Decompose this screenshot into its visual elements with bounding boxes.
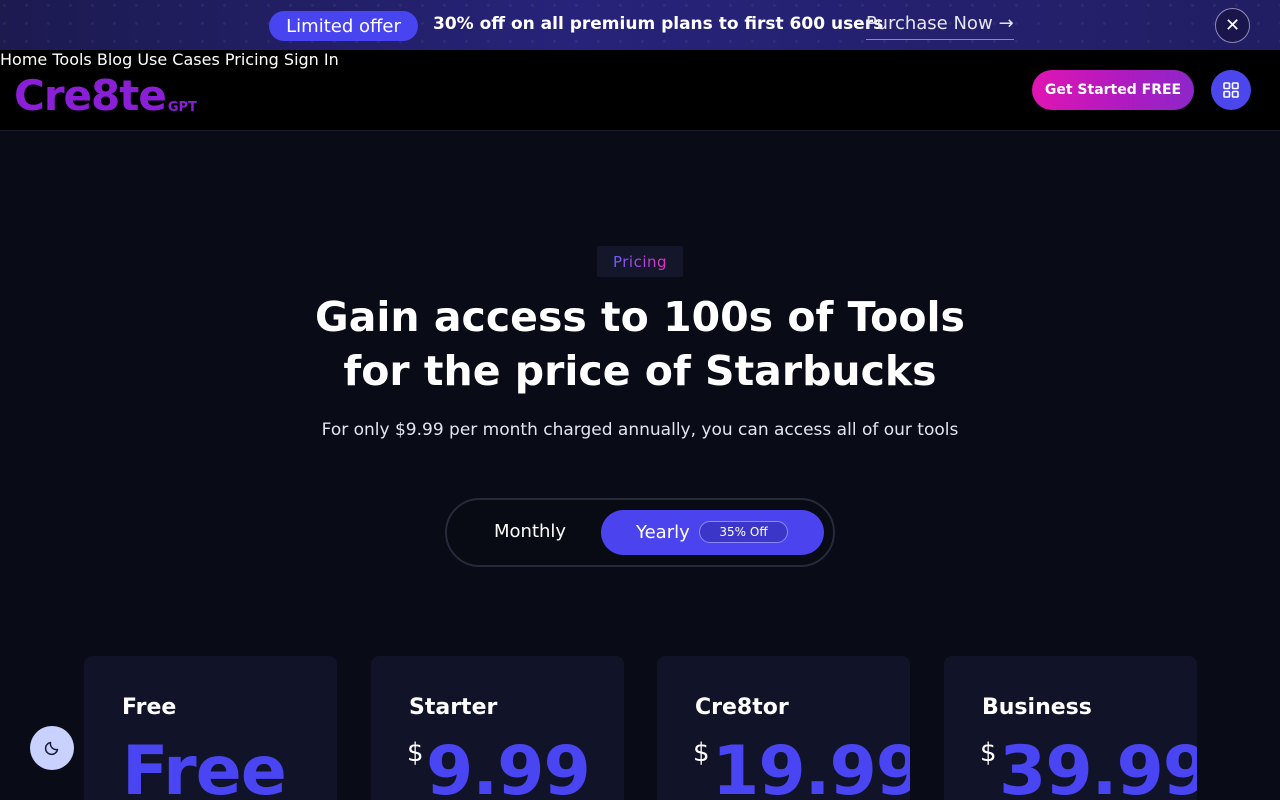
- monthly-option[interactable]: Monthly: [494, 521, 566, 542]
- yearly-option[interactable]: Yearly 35% Off: [601, 510, 824, 555]
- plan-card-starter: Starter $ 9.99: [371, 656, 624, 800]
- purchase-now-label: Purchase Now: [866, 13, 993, 34]
- eyebrow-label: Pricing: [612, 252, 668, 271]
- promo-text: 30% off on all premium plans to first 60…: [433, 14, 884, 34]
- title-line-2: for the price of Starbucks: [343, 347, 937, 395]
- grid-icon: [1223, 82, 1239, 98]
- close-icon: ✕: [1224, 14, 1241, 36]
- plan-name: Starter: [409, 695, 498, 720]
- title-line-1: Gain access to 100s of Tools: [315, 293, 965, 341]
- moon-icon: [44, 741, 59, 756]
- apps-menu-button[interactable]: [1211, 70, 1251, 110]
- logo-suffix: GPT: [167, 100, 197, 115]
- pricing-eyebrow: Pricing: [597, 246, 683, 277]
- plan-currency: $: [980, 738, 997, 768]
- nav-sign-in[interactable]: Sign In: [284, 50, 339, 69]
- plan-currency: $: [407, 738, 424, 768]
- page-subtitle: For only $9.99 per month charged annuall…: [321, 420, 959, 440]
- plan-name: Free: [122, 695, 177, 720]
- purchase-now-link[interactable]: Purchase Now →: [866, 13, 1014, 40]
- plan-price: 39.99: [999, 732, 1197, 800]
- plan-currency: $: [693, 738, 710, 768]
- plan-price: 19.99: [712, 732, 910, 800]
- plan-price: Free: [122, 732, 287, 800]
- plan-card-business: Business $ 39.99: [944, 656, 1197, 800]
- yearly-label: Yearly: [636, 522, 690, 543]
- page-title: Gain access to 100s of Tools for the pri…: [240, 290, 1040, 398]
- nav-pricing[interactable]: Pricing: [225, 50, 279, 69]
- plan-card-free: Free Free: [84, 656, 337, 800]
- billing-period-toggle: Monthly Yearly 35% Off: [445, 498, 835, 567]
- plan-card-cre8tor: Cre8tor $ 19.99: [657, 656, 910, 800]
- logo[interactable]: Cre8te GPT: [14, 67, 197, 117]
- plan-name: Cre8tor: [695, 695, 789, 720]
- logo-wordmark: Cre8te: [14, 71, 167, 120]
- discount-badge: 35% Off: [699, 521, 788, 543]
- plan-price: 9.99: [426, 732, 591, 800]
- get-started-button[interactable]: Get Started FREE: [1032, 70, 1194, 110]
- theme-toggle-button[interactable]: [30, 726, 74, 770]
- plan-name: Business: [982, 695, 1092, 720]
- arrow-right-icon: →: [998, 13, 1014, 34]
- close-promo-button[interactable]: ✕: [1215, 8, 1250, 43]
- limited-offer-badge: Limited offer: [269, 11, 418, 41]
- site-header: Cre8te GPT Home Tools Blog Use Cases Pri…: [0, 50, 1280, 131]
- promo-bar: Limited offer 30% off on all premium pla…: [0, 0, 1280, 50]
